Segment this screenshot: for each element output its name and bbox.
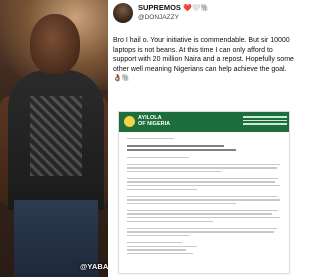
photo-head xyxy=(30,14,80,74)
display-name-text: SUPREMOS xyxy=(138,3,181,12)
photo-of-person xyxy=(0,0,108,277)
letterhead-contact-lines xyxy=(243,116,287,127)
photo-shirt-print xyxy=(30,96,82,176)
user-handle[interactable]: @DONJAZZY xyxy=(138,14,179,21)
post-text: Bro I hail o. Your initiative is commend… xyxy=(113,37,294,83)
avatar[interactable] xyxy=(113,3,133,23)
letter-body-text-lines xyxy=(127,138,283,256)
organization-name-line2: OF NIGERIA xyxy=(138,121,171,127)
social-post: SUPREMOS ❤️🤍🐘 @DONJAZZY Bro I hail o. Yo… xyxy=(108,0,300,277)
display-name[interactable]: SUPREMOS ❤️🤍🐘 xyxy=(138,3,209,12)
post-header: SUPREMOS ❤️🤍🐘 @DONJAZZY xyxy=(108,0,300,30)
display-name-emoji: ❤️🤍🐘 xyxy=(183,5,210,12)
organization-name: AYILOLA OF NIGERIA xyxy=(138,115,170,127)
organization-logo-icon xyxy=(124,116,135,127)
attached-letter-image[interactable]: AYILOLA OF NIGERIA xyxy=(118,111,290,274)
letterhead: AYILOLA OF NIGERIA xyxy=(119,112,289,132)
